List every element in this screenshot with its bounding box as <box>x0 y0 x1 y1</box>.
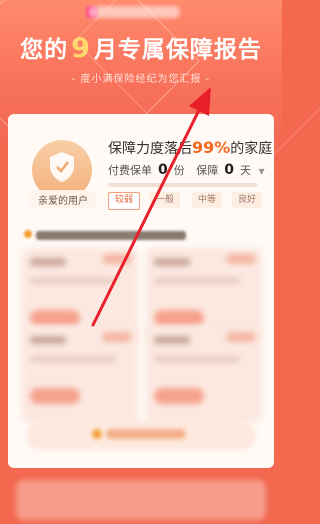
annotation-arrow-icon <box>91 87 211 327</box>
